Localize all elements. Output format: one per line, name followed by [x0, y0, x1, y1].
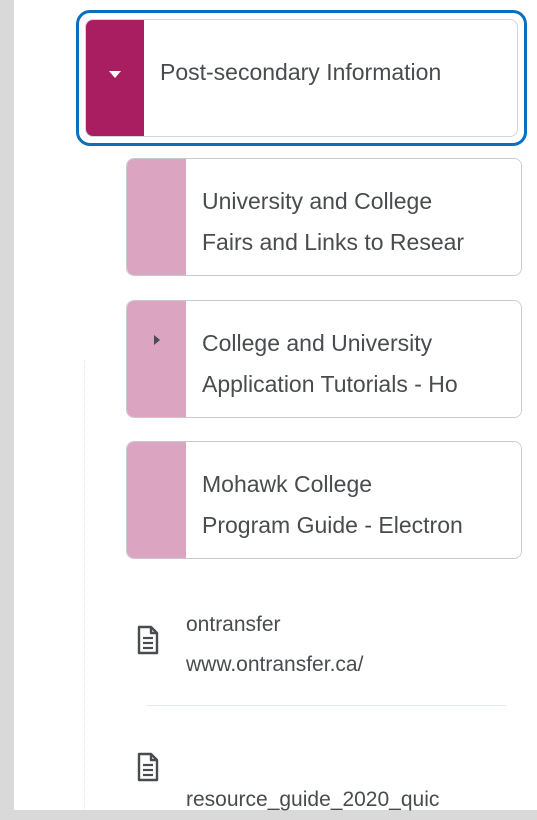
module-post-secondary-information[interactable]: Post-secondary Information	[76, 10, 527, 146]
document-url[interactable]: www.ontransfer.ca/	[186, 645, 363, 685]
document-icon	[137, 625, 159, 655]
document-item-ontransfer[interactable]: ontransfer www.ontransfer.ca/	[136, 613, 516, 695]
text-fade	[481, 301, 521, 417]
submodule-title-line-2: Program Guide - Electron	[202, 512, 463, 538]
submodule-title[interactable]: Mohawk College Program Guide - Electron	[186, 442, 521, 558]
caret-right-icon	[153, 335, 160, 345]
submodule-application-tutorials[interactable]: College and University Application Tutor…	[126, 300, 522, 418]
submodule-university-college-fairs[interactable]: University and College Fairs and Links t…	[126, 158, 522, 276]
submodule-title-line-1: College and University	[202, 330, 433, 356]
divider	[146, 705, 506, 706]
module-toggle[interactable]	[86, 20, 144, 136]
submodule-toggle[interactable]	[127, 301, 186, 417]
text-fade	[481, 159, 521, 275]
tree-guide-line	[84, 360, 85, 810]
submodule-title-line-2: Application Tutorials - Ho	[202, 371, 458, 397]
document-item-resource-guide[interactable]: resource_guide_2020_quic	[136, 752, 516, 811]
submodule-title-line-1: Mohawk College	[202, 471, 373, 497]
submodule-color-bar	[127, 442, 186, 558]
submodule-mohawk-program-guide[interactable]: Mohawk College Program Guide - Electron	[126, 441, 522, 559]
text-fade	[481, 442, 521, 558]
module-header[interactable]: Post-secondary Information	[85, 19, 518, 137]
submodule-color-bar	[127, 159, 186, 275]
document-title[interactable]: ontransfer	[186, 605, 281, 645]
submodule-title[interactable]: College and University Application Tutor…	[186, 301, 521, 417]
document-title[interactable]: resource_guide_2020_quic	[186, 780, 439, 820]
submodule-title-line-2: Fairs and Links to Resear	[202, 229, 465, 255]
module-title[interactable]: Post-secondary Information	[144, 20, 517, 136]
document-icon	[137, 752, 159, 782]
caret-down-icon	[109, 70, 121, 78]
submodule-title[interactable]: University and College Fairs and Links t…	[186, 159, 521, 275]
submodule-title-line-1: University and College	[202, 188, 433, 214]
